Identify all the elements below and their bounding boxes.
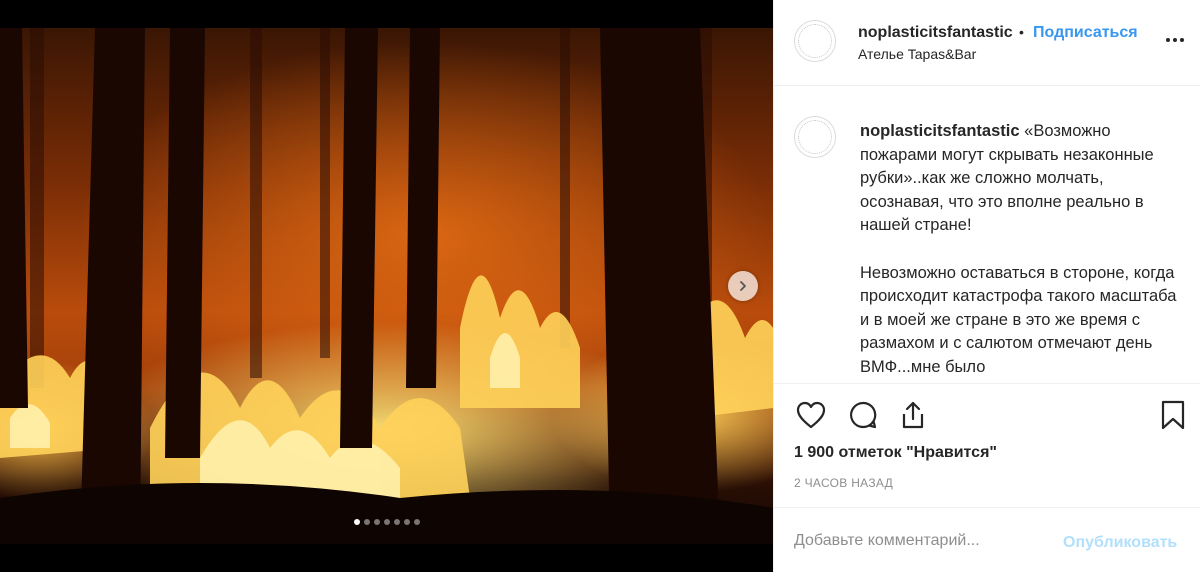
follow-button[interactable]: Подписаться [1033, 24, 1138, 42]
caption-paragraph-2: Невозможно оставаться в стороне, когда п… [860, 263, 1177, 376]
more-options-icon[interactable] [1166, 32, 1190, 48]
comment-form: Опубликовать [774, 507, 1200, 572]
heart-icon [796, 401, 826, 429]
post-side-panel: noplasticitsfantastic • Подписаться Ател… [773, 0, 1200, 572]
post-header: noplasticitsfantastic • Подписаться Ател… [774, 0, 1200, 86]
forest-fire-illustration [0, 28, 773, 544]
post-photo[interactable] [0, 28, 773, 544]
post-caption: noplasticitsfantastic «Возможно пожарами… [860, 120, 1180, 380]
location-link[interactable]: Ателье Tapas&Bar [858, 46, 976, 62]
header-separator: • [1019, 24, 1024, 40]
carousel-dot [383, 519, 390, 525]
carousel-dot [353, 519, 360, 525]
avatar[interactable] [794, 20, 836, 62]
chevron-right-icon [740, 281, 746, 291]
carousel-dot [363, 519, 370, 525]
post-media [0, 0, 773, 572]
carousel-indicator [0, 519, 773, 525]
carousel-next-button[interactable] [728, 271, 758, 301]
carousel-dot [393, 519, 400, 525]
caption-username[interactable]: noplasticitsfantastic [860, 122, 1020, 140]
carousel-dot [413, 519, 420, 525]
carousel-dot [373, 519, 380, 525]
like-button[interactable] [794, 398, 828, 432]
share-button[interactable] [896, 398, 930, 432]
bookmark-icon [1161, 400, 1185, 430]
caption-avatar[interactable] [794, 116, 836, 158]
post-timestamp[interactable]: 2 ЧАСОВ НАЗАД [794, 476, 893, 490]
share-icon [902, 401, 924, 429]
likes-count[interactable]: 1 900 отметок "Нравится" [794, 444, 997, 462]
publish-button[interactable]: Опубликовать [1063, 534, 1177, 552]
header-username[interactable]: noplasticitsfantastic [858, 24, 1014, 42]
post-actions: 1 900 отметок "Нравится" 2 ЧАСОВ НАЗАД [774, 383, 1200, 507]
save-button[interactable] [1156, 398, 1190, 432]
comment-icon [850, 401, 877, 429]
caption-area: noplasticitsfantastic «Возможно пожарами… [774, 86, 1200, 383]
comment-button[interactable] [846, 398, 880, 432]
comment-input[interactable] [794, 532, 1044, 550]
carousel-dot [403, 519, 410, 525]
